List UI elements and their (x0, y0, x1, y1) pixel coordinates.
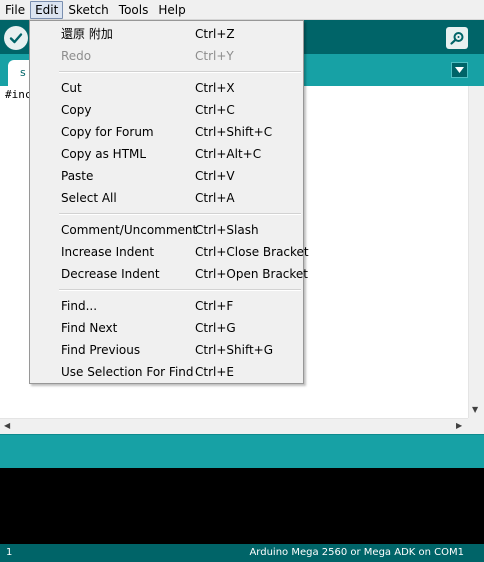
menu-item-shortcut: Ctrl+F (195, 299, 234, 313)
menu-item-shortcut: Ctrl+Y (195, 49, 234, 63)
menu-item-label: Redo (61, 49, 92, 63)
menu-item-paste[interactable]: Paste Ctrl+V (30, 165, 303, 187)
menu-item-label: Find Previous (61, 343, 141, 357)
menu-item-shortcut: Ctrl+Slash (195, 223, 259, 237)
menu-item-shortcut: Ctrl+Open Bracket (195, 267, 308, 281)
menu-item-label: Decrease Indent (61, 267, 160, 281)
vertical-scrollbar[interactable]: ▼ (468, 86, 484, 418)
menu-item-cut[interactable]: Cut Ctrl+X (30, 77, 303, 99)
board-info: Arduino Mega 2560 or Mega ADK on COM1 (249, 547, 464, 558)
code-line: #inc (5, 88, 32, 101)
menu-bar: File Edit Sketch Tools Help (0, 0, 484, 20)
menu-item-shortcut: Ctrl+X (195, 81, 235, 95)
menu-item-find-previous[interactable]: Find Previous Ctrl+Shift+G (30, 339, 303, 361)
menu-tools[interactable]: Tools (114, 1, 154, 19)
menu-item-use-selection-for-find[interactable]: Use Selection For Find Ctrl+E (30, 361, 303, 383)
menu-item-undo[interactable]: 還原 附加 Ctrl+Z (30, 23, 303, 45)
menu-item-copy-for-forum[interactable]: Copy for Forum Ctrl+Shift+C (30, 121, 303, 143)
menu-item-label: Paste (61, 169, 94, 183)
line-number: 1 (6, 547, 13, 558)
menu-item-label: Copy as HTML (61, 147, 147, 161)
menu-item-shortcut: Ctrl+A (195, 191, 235, 205)
triangle-down-icon (455, 67, 464, 73)
menu-help[interactable]: Help (153, 1, 190, 19)
menu-file[interactable]: File (0, 1, 30, 19)
menu-item-label: Comment/Uncomment (61, 223, 198, 237)
menu-item-increase-indent[interactable]: Increase Indent Ctrl+Close Bracket (30, 241, 309, 263)
scroll-right-icon[interactable]: ▶ (456, 421, 462, 430)
magnifier-icon (450, 32, 464, 45)
menu-item-label: Cut (61, 81, 82, 95)
menu-item-label: Copy (61, 103, 92, 117)
menu-item-shortcut: Ctrl+Shift+C (195, 125, 273, 139)
menu-item-shortcut: Ctrl+Z (195, 27, 235, 41)
menu-item-find[interactable]: Find... Ctrl+F (30, 295, 303, 317)
menu-separator (30, 209, 303, 219)
menu-edit[interactable]: Edit (30, 0, 64, 19)
edit-menu: 還原 附加 Ctrl+Z Redo Ctrl+Y Cut Ctrl+X Copy… (29, 20, 309, 384)
menu-item-copy[interactable]: Copy Ctrl+C (30, 99, 303, 121)
menu-item-redo: Redo Ctrl+Y (30, 45, 303, 67)
tab-menu-button[interactable] (451, 62, 468, 78)
menu-item-select-all[interactable]: Select All Ctrl+A (30, 187, 303, 209)
menu-item-decrease-indent[interactable]: Decrease Indent Ctrl+Open Bracket (30, 263, 308, 285)
verify-button[interactable] (4, 26, 28, 50)
menu-item-copy-as-html[interactable]: Copy as HTML Ctrl+Alt+C (30, 143, 303, 165)
menu-item-find-next[interactable]: Find Next Ctrl+G (30, 317, 303, 339)
status-bar: 1 Arduino Mega 2560 or Mega ADK on COM1 (0, 544, 484, 562)
horizontal-scrollbar[interactable]: ◀ ▶ (0, 418, 468, 434)
menu-item-shortcut: Ctrl+Alt+C (195, 147, 262, 161)
message-area (0, 434, 484, 468)
menu-item-label: Increase Indent (61, 245, 155, 259)
menu-item-shortcut: Ctrl+G (195, 321, 236, 335)
menu-item-shortcut: Ctrl+C (195, 103, 235, 117)
menu-item-label: Select All (61, 191, 117, 205)
menu-item-shortcut: Ctrl+Shift+G (195, 343, 274, 357)
scroll-down-icon[interactable]: ▼ (472, 405, 478, 414)
console-output (0, 468, 484, 544)
menu-item-label: Find Next (61, 321, 118, 335)
menu-item-comment-uncomment[interactable]: Comment/Uncomment Ctrl+Slash (30, 219, 303, 241)
scrollbar-corner (468, 418, 484, 434)
menu-item-shortcut: Ctrl+V (195, 169, 235, 183)
menu-separator (30, 67, 303, 77)
serial-monitor-button[interactable] (446, 27, 468, 49)
scroll-left-icon[interactable]: ◀ (4, 421, 10, 430)
menu-item-label: Copy for Forum (61, 125, 154, 139)
menu-sketch[interactable]: Sketch (63, 1, 113, 19)
menu-item-shortcut: Ctrl+Close Bracket (195, 245, 309, 259)
menu-item-label: Find... (61, 299, 98, 313)
menu-item-label: Use Selection For Find (61, 365, 194, 379)
menu-separator (30, 285, 303, 295)
menu-item-shortcut: Ctrl+E (195, 365, 234, 379)
tab-label: s (20, 66, 26, 79)
menu-item-label: 還原 附加 (61, 27, 113, 41)
checkmark-icon (9, 33, 23, 44)
